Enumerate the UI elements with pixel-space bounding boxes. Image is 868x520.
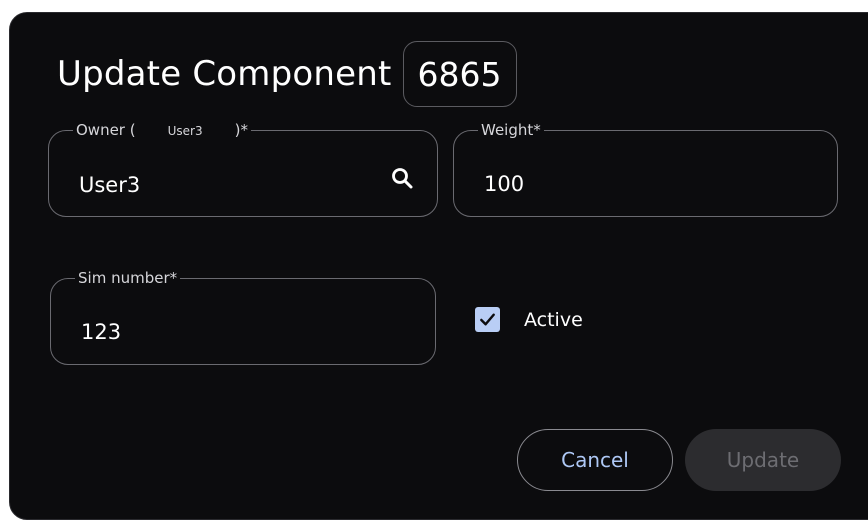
weight-field[interactable]: Weight* 100 [453, 121, 838, 217]
sim-number-input[interactable]: 123 [81, 320, 121, 344]
owner-label-user: User3 [167, 124, 203, 138]
owner-field[interactable]: Owner ( User3 )* User3 [48, 121, 438, 217]
active-label: Active [524, 308, 583, 331]
update-button[interactable]: Update [685, 429, 841, 491]
weight-input[interactable]: 100 [484, 172, 524, 196]
dialog-title: Update Component [57, 54, 392, 94]
sim-number-field-label: Sim number* [78, 269, 178, 287]
checkmark-icon [480, 313, 495, 326]
dialog-header: Update Component 6865 [57, 40, 517, 108]
owner-label-prefix: Owner ( [76, 121, 136, 139]
active-toggle[interactable]: Active [475, 307, 583, 332]
cancel-button[interactable]: Cancel [517, 429, 673, 491]
owner-label-suffix: )* [234, 121, 248, 139]
update-component-dialog: Update Component 6865 Owner ( User3 )* Use… [9, 12, 868, 520]
weight-field-label: Weight* [481, 121, 541, 139]
owner-input[interactable]: User3 [79, 173, 140, 197]
search-icon[interactable] [387, 163, 417, 193]
sim-number-field[interactable]: Sim number* 123 [50, 269, 436, 365]
component-id-badge: 6865 [402, 41, 517, 107]
active-checkbox[interactable] [475, 307, 500, 332]
owner-field-label: Owner ( User3 )* [73, 121, 251, 140]
